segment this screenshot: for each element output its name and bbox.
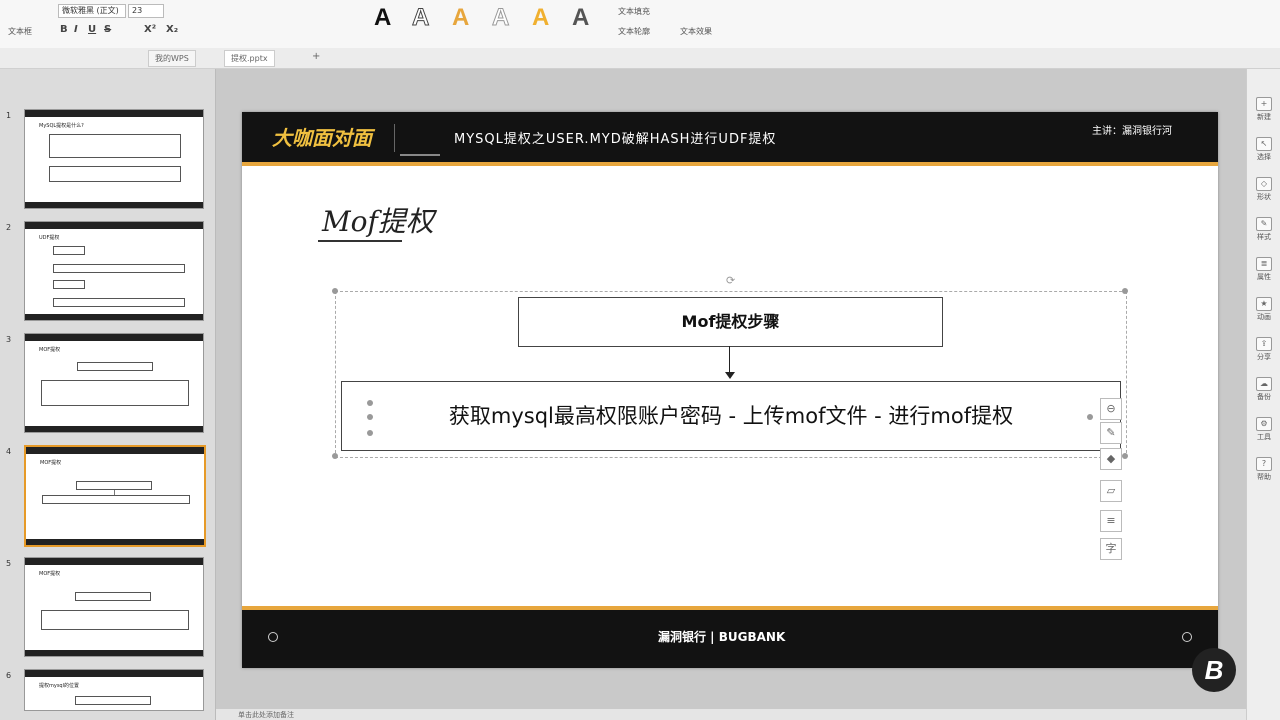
footer-brand: 漏洞银行 | BUGBANK [658,630,786,644]
sidebar-item-animation[interactable]: ★ 动画 [1249,297,1279,322]
header-accent-line [242,162,1218,166]
tab-my-wps[interactable]: 我的WPS [148,50,196,67]
new-tab-icon[interactable]: + [312,51,320,62]
resize-handle[interactable] [1087,414,1093,420]
outline-icon[interactable]: ▱ [1100,480,1122,502]
resize-handle[interactable] [1122,288,1128,294]
slide-thumbnail-3[interactable]: MOF提权 [24,333,204,433]
thumbnail-title: MOF提权 [40,460,62,466]
zoom-icon[interactable]: ⊖ [1100,398,1122,420]
document-tab-bar: 我的WPS 提权.pptx + [0,48,1280,69]
resize-handle[interactable] [332,288,338,294]
font-size-select[interactable]: 23 [128,4,164,18]
slide-header-bar: 大咖面对面 MYSQL提权之USER.MYD破解HASH进行UDF提权 主讲：漏… [242,112,1218,162]
text-style-preset-1[interactable]: A [374,4,391,32]
resize-handle[interactable] [332,453,338,459]
textbox-button[interactable]: 文本框 [8,26,32,37]
thumbnail-title: MySQL提权是什么? [39,123,84,129]
resize-handle[interactable] [367,400,373,406]
italic-button[interactable]: I [74,24,78,35]
rotate-handle-icon[interactable]: ⟳ [726,274,735,287]
text-style-preset-5[interactable]: A [532,4,549,32]
thumbnail-title: MOF提权 [39,347,61,353]
thumbnail-number: 3 [6,335,12,344]
tools-icon: ⚙ [1256,417,1272,431]
strikethrough-button[interactable]: S [104,24,111,35]
thumbnail-title: 提权mysql的位置 [39,683,79,689]
right-task-sidebar: + 新建 ↖ 选择 ◇ 形状 ✎ 样式 ≣ 属性 ★ 动画 ⇪ 分享 ☁ 备份 ⚙ 工具 ? 帮助 [1246,69,1280,720]
mof-process-text: 获取mysql最高权限账户密码 - 上传mof文件 - 进行mof提权 [448,404,1014,428]
new-icon: + [1256,97,1272,111]
current-slide[interactable]: 大咖面对面 MYSQL提权之USER.MYD破解HASH进行UDF提权 主讲：漏… [242,112,1218,668]
mof-process-box[interactable]: 获取mysql最高权限账户密码 - 上传mof文件 - 进行mof提权 [341,381,1121,451]
notes-status-bar[interactable]: 单击此处添加备注 [216,709,1246,720]
help-icon: ? [1256,457,1272,471]
thumbnail-title: MOF提权 [39,571,61,577]
brand-logo: 大咖面对面 [272,126,372,150]
shape-icon: ◇ [1256,177,1272,191]
resize-handle[interactable] [367,430,373,436]
text-effects-button[interactable]: 文本效果 [680,26,712,37]
slide-thumbnail-1[interactable]: MySQL提权是什么? [24,109,204,209]
style-icon: ✎ [1256,217,1272,231]
footer-left-dot [268,632,278,642]
font-name-select[interactable]: 微软雅黑 (正文) [58,4,126,18]
slide-thumbnail-4-selected[interactable]: MOF提权 [24,445,206,547]
slide-thumbnail-panel: 1 MySQL提权是什么? 2 UDF提权 3 MOF提权 4 MOF提权 5 [0,69,216,720]
tab-document[interactable]: 提权.pptx [224,50,275,67]
sidebar-item-backup[interactable]: ☁ 备份 [1249,377,1279,402]
text-style-preset-2[interactable]: A [411,4,429,32]
mof-steps-label: Mof提权步骤 [681,312,780,331]
sidebar-item-property[interactable]: ≣ 属性 [1249,257,1279,282]
mof-steps-box[interactable]: Mof提权步骤 [518,297,943,347]
resize-handle[interactable] [367,414,373,420]
thumbnail-number: 6 [6,671,12,680]
sidebar-item-share[interactable]: ⇪ 分享 [1249,337,1279,362]
superscript-button[interactable]: X² [144,24,156,35]
bugbank-watermark-logo: B [1192,648,1236,692]
thumbnail-number: 1 [6,111,12,120]
slide-header-title: MYSQL提权之USER.MYD破解HASH进行UDF提权 [454,132,777,147]
heading-underline [318,240,402,242]
notes-placeholder[interactable]: 单击此处添加备注 [238,710,294,720]
text-outline-button[interactable]: 文本轮廓 [618,26,650,37]
footer-right-dot [1182,632,1192,642]
text-style-preset-6[interactable]: A [572,4,589,32]
ribbon-toolbar: 文本框 微软雅黑 (正文) 23 B I U S X² X₂ A A A A A… [0,0,1280,49]
thumbnail-title: UDF提权 [39,235,60,241]
underline-button[interactable]: U [88,24,96,35]
text-icon[interactable]: 字 [1100,538,1122,560]
thumbnail-number: 2 [6,223,12,232]
sidebar-item-style[interactable]: ✎ 样式 [1249,217,1279,242]
property-icon: ≣ [1256,257,1272,271]
slide-heading[interactable]: Mof提权 [322,200,434,240]
resize-handle[interactable] [1122,453,1128,459]
slide-thumbnail-2[interactable]: UDF提权 [24,221,204,321]
sidebar-item-select[interactable]: ↖ 选择 [1249,137,1279,162]
sidebar-item-tools[interactable]: ⚙ 工具 [1249,417,1279,442]
text-style-preset-3[interactable]: A [452,4,469,32]
slide-footer-bar: 漏洞银行 | BUGBANK [242,610,1218,668]
thumbnail-number: 4 [6,447,12,456]
layers-icon[interactable]: ≡ [1100,510,1122,532]
flow-arrow-head [725,372,735,379]
edit-shape-icon[interactable]: ✎ [1100,422,1122,444]
fill-icon[interactable]: ◆ [1100,448,1122,470]
sidebar-item-help[interactable]: ? 帮助 [1249,457,1279,482]
animation-icon: ★ [1256,297,1272,311]
text-fill-button[interactable]: 文本填充 [618,6,650,17]
sidebar-item-shape[interactable]: ◇ 形状 [1249,177,1279,202]
subscript-button[interactable]: X₂ [166,24,178,35]
select-icon: ↖ [1256,137,1272,151]
slide-thumbnail-5[interactable]: MOF提权 [24,557,204,657]
text-style-preset-4[interactable]: A [491,4,509,32]
lecturer-label: 主讲：漏洞银行河 [1092,126,1172,137]
sidebar-item-new[interactable]: + 新建 [1249,97,1279,122]
thumbnail-number: 5 [6,559,12,568]
share-icon: ⇪ [1256,337,1272,351]
bold-button[interactable]: B [60,24,68,35]
slide-thumbnail-6[interactable]: 提权mysql的位置 [24,669,204,711]
backup-icon: ☁ [1256,377,1272,391]
